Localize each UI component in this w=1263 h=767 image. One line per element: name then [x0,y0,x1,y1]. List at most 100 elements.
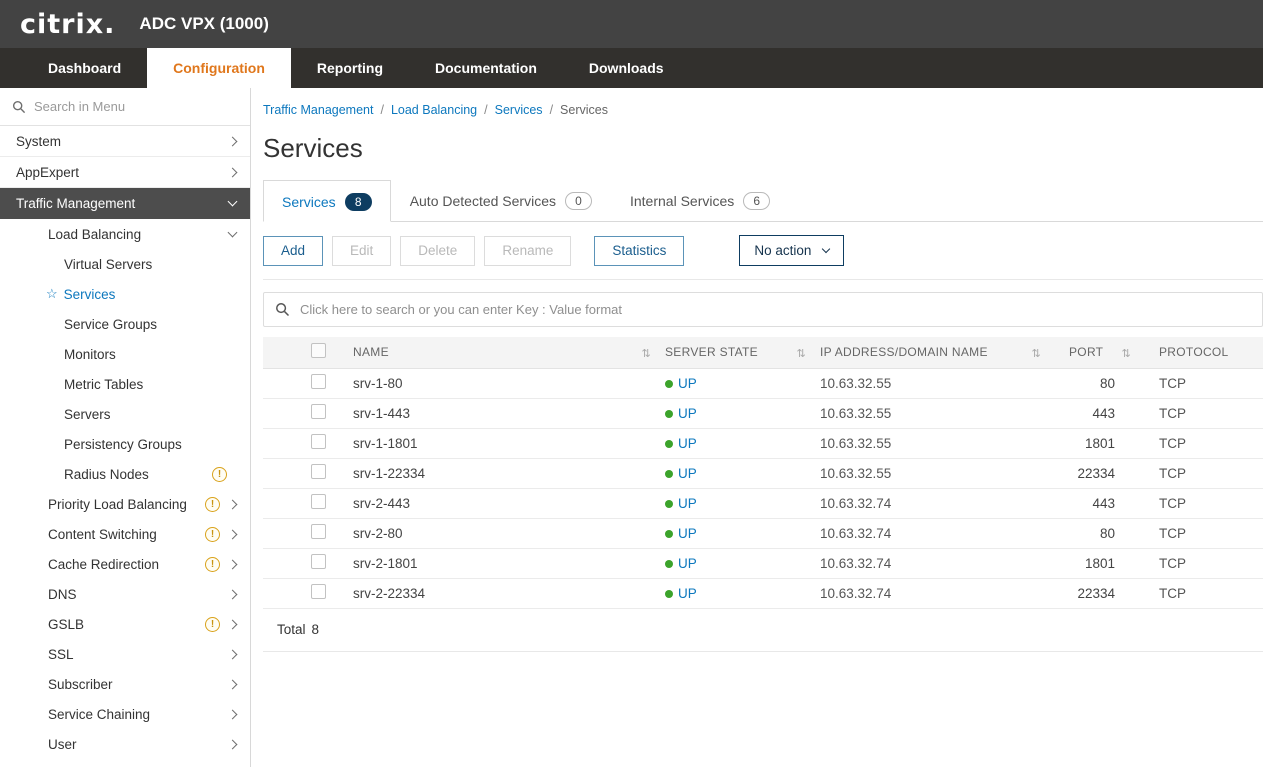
nav-tab-documentation[interactable]: Documentation [409,48,563,88]
tab-bar: Services 8 Auto Detected Services 0 Inte… [263,180,1263,222]
column-header-protocol[interactable]: PROTOCOL [1145,337,1263,368]
cell-ip: 10.63.32.74 [820,548,1055,578]
server-state-link[interactable]: UP [678,586,697,601]
row-checkbox[interactable] [311,374,326,389]
select-all-checkbox[interactable] [311,343,326,358]
sort-icon[interactable]: ⇅ [641,347,651,360]
sidebar-item-user[interactable]: User [0,729,250,759]
table-row[interactable]: srv-1-443 UP 10.63.32.55 443 TCP [263,398,1263,428]
sidebar-item-virtual-servers[interactable]: Virtual Servers [0,249,250,279]
sort-icon[interactable]: ⇅ [1031,347,1041,360]
sidebar-item-servers[interactable]: Servers [0,399,250,429]
server-state-link[interactable]: UP [678,496,697,511]
breadcrumb-link-load-balancing[interactable]: Load Balancing [391,103,477,117]
server-state-link[interactable]: UP [678,436,697,451]
nav-tab-downloads[interactable]: Downloads [563,48,690,88]
tab-label: Internal Services [630,193,734,209]
sidebar-item-service-chaining[interactable]: Service Chaining [0,699,250,729]
sidebar-item-content-switching[interactable]: Content Switching ! [0,519,250,549]
tab-services[interactable]: Services 8 [263,180,391,222]
sidebar-search-input[interactable] [34,99,238,114]
sidebar-item-dns[interactable]: DNS [0,579,250,609]
table-search-input[interactable] [300,302,1251,317]
sort-icon[interactable]: ⇅ [1121,347,1131,360]
action-dropdown[interactable]: No action [739,235,844,266]
sidebar-item-label: User [48,737,229,752]
status-up-dot [665,590,673,598]
rename-button[interactable]: Rename [484,236,571,266]
tab-internal-services[interactable]: Internal Services 6 [611,180,789,221]
add-button[interactable]: Add [263,236,323,266]
sidebar-item-radius-nodes[interactable]: Radius Nodes ! [0,459,250,489]
table-row[interactable]: srv-2-22334 UP 10.63.32.74 22334 TCP [263,578,1263,608]
sidebar-item-services[interactable]: ☆ Services [0,279,250,309]
server-state-link[interactable]: UP [678,556,697,571]
sidebar-item-load-balancing[interactable]: Load Balancing [0,219,250,249]
action-dropdown-label: No action [754,243,811,258]
column-header-ip[interactable]: IP ADDRESS/DOMAIN NAME⇅ [820,337,1055,368]
table-total: Total8 [263,609,1263,652]
server-state-link[interactable]: UP [678,406,697,421]
row-checkbox[interactable] [311,464,326,479]
breadcrumb-link-traffic-management[interactable]: Traffic Management [263,103,373,117]
table-row[interactable]: srv-2-1801 UP 10.63.32.74 1801 TCP [263,548,1263,578]
sidebar-item-label: GSLB [48,617,205,632]
sidebar-item-service-groups[interactable]: Service Groups [0,309,250,339]
edit-button[interactable]: Edit [332,236,391,266]
sidebar-item-traffic-management[interactable]: Traffic Management [0,188,250,219]
sidebar-item-priority-load-balancing[interactable]: Priority Load Balancing ! [0,489,250,519]
sidebar-item-monitors[interactable]: Monitors [0,339,250,369]
column-header-name[interactable]: NAME⇅ [353,337,665,368]
chevron-right-icon [228,167,238,177]
table-row[interactable]: srv-2-443 UP 10.63.32.74 443 TCP [263,488,1263,518]
table-row[interactable]: srv-2-80 UP 10.63.32.74 80 TCP [263,518,1263,548]
cell-name: srv-1-22334 [353,458,665,488]
column-header-server-state[interactable]: SERVER STATE⇅ [665,337,820,368]
delete-button[interactable]: Delete [400,236,475,266]
sidebar-item-gslb[interactable]: GSLB ! [0,609,250,639]
sidebar-item-metric-tables[interactable]: Metric Tables [0,369,250,399]
tab-auto-detected-services[interactable]: Auto Detected Services 0 [391,180,611,221]
cell-ip: 10.63.32.55 [820,458,1055,488]
breadcrumb-separator: / [380,103,383,117]
sidebar-item-label: Service Groups [64,317,236,332]
nav-tab-dashboard[interactable]: Dashboard [22,48,147,88]
statistics-button[interactable]: Statistics [594,236,684,266]
favorite-star-icon[interactable]: ☆ [46,286,58,302]
status-up-dot [665,530,673,538]
cell-ip: 10.63.32.55 [820,398,1055,428]
table-row[interactable]: srv-1-1801 UP 10.63.32.55 1801 TCP [263,428,1263,458]
row-checkbox[interactable] [311,434,326,449]
row-checkbox[interactable] [311,584,326,599]
nav-tab-configuration[interactable]: Configuration [147,48,291,88]
row-checkbox[interactable] [311,494,326,509]
row-checkbox[interactable] [311,404,326,419]
table-row[interactable]: srv-1-22334 UP 10.63.32.55 22334 TCP [263,458,1263,488]
sidebar-item-appexpert[interactable]: AppExpert [0,157,250,188]
row-checkbox[interactable] [311,524,326,539]
breadcrumb-link-services[interactable]: Services [495,103,543,117]
sidebar-item-persistency-groups[interactable]: Persistency Groups [0,429,250,459]
server-state-link[interactable]: UP [678,466,697,481]
server-state-link[interactable]: UP [678,376,697,391]
tab-label: Services [282,194,336,210]
column-header-port[interactable]: PORT⇅ [1055,337,1145,368]
nav-tab-reporting[interactable]: Reporting [291,48,409,88]
row-checkbox[interactable] [311,554,326,569]
cell-ip: 10.63.32.74 [820,578,1055,608]
chevron-right-icon [228,559,238,569]
sidebar-item-label: Service Chaining [48,707,229,722]
sidebar-item-system[interactable]: System [0,126,250,157]
table-search-bar[interactable] [263,292,1263,327]
sidebar-item-cache-redirection[interactable]: Cache Redirection ! [0,549,250,579]
sort-icon[interactable]: ⇅ [796,347,806,360]
page-title: Services [263,133,1263,164]
cell-ip: 10.63.32.74 [820,518,1055,548]
sidebar-item-ssl[interactable]: SSL [0,639,250,669]
cell-port: 80 [1055,368,1145,398]
sidebar-item-subscriber[interactable]: Subscriber [0,669,250,699]
tab-count-badge: 0 [565,192,592,210]
table-row[interactable]: srv-1-80 UP 10.63.32.55 80 TCP [263,368,1263,398]
sidebar-item-label: Content Switching [48,527,205,542]
server-state-link[interactable]: UP [678,526,697,541]
